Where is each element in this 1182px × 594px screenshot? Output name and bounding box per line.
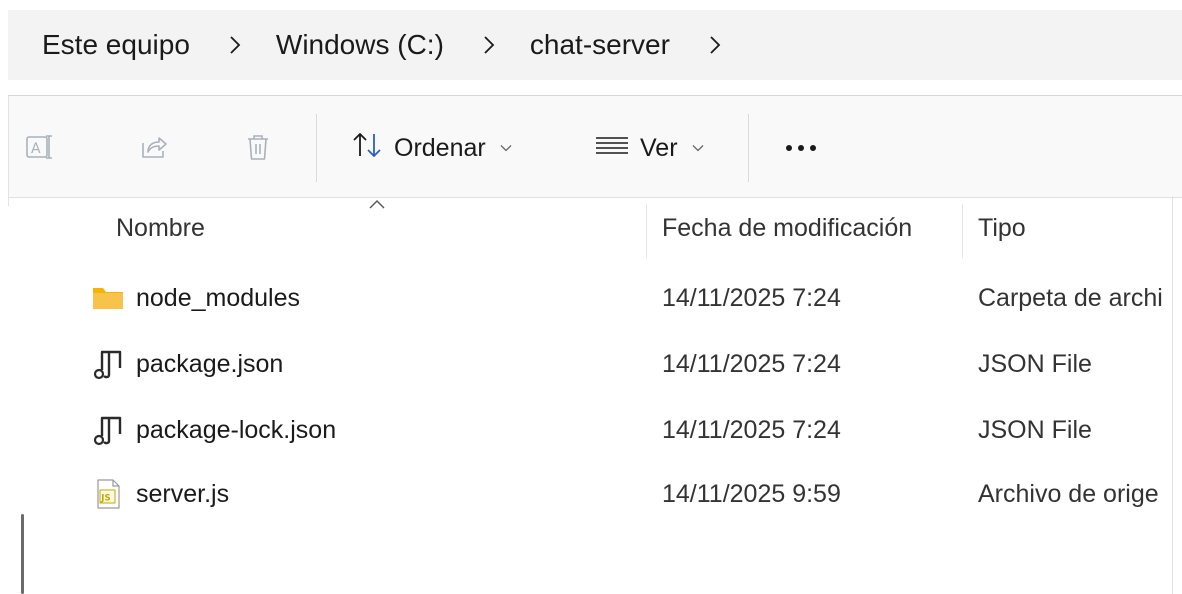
- node-file-icon: [92, 414, 124, 446]
- view-list-icon: [594, 130, 630, 167]
- file-date: 14/11/2025 7:24: [662, 349, 841, 378]
- column-header-type[interactable]: Tipo: [978, 198, 1026, 258]
- sort-ascending-icon: [369, 200, 385, 209]
- chevron-down-icon: [500, 144, 512, 152]
- column-divider[interactable]: [646, 204, 647, 258]
- toolbar-separator: [316, 114, 317, 182]
- file-type: Archivo de orige: [978, 479, 1159, 508]
- file-list: Nombre Fecha de modificación Tipo node_m…: [8, 198, 1172, 594]
- more-options-icon[interactable]: [786, 130, 816, 166]
- share-icon[interactable]: [136, 132, 172, 162]
- sort-button[interactable]: Ordenar: [350, 130, 512, 166]
- toolbar-separator: [748, 114, 749, 182]
- rename-icon[interactable]: A: [22, 132, 58, 162]
- file-type: JSON File: [978, 415, 1092, 444]
- file-date: 14/11/2025 7:24: [662, 283, 841, 312]
- view-button-label: Ver: [640, 133, 678, 162]
- svg-text:JS: JS: [100, 494, 110, 504]
- file-name: package-lock.json: [136, 415, 337, 444]
- chevron-right-icon[interactable]: [228, 34, 242, 56]
- svg-text:A: A: [31, 141, 41, 157]
- column-divider[interactable]: [962, 204, 963, 258]
- file-type: JSON File: [978, 349, 1092, 378]
- breadcrumb-item-este-equipo[interactable]: Este equipo: [42, 29, 190, 61]
- trash-icon[interactable]: [240, 132, 276, 162]
- file-row[interactable]: node_modules 14/11/2025 7:24 Carpeta de …: [8, 268, 1172, 328]
- file-date: 14/11/2025 7:24: [662, 415, 841, 444]
- window-edge: [8, 96, 9, 206]
- file-name: node_modules: [136, 283, 301, 312]
- js-file-icon: JS: [92, 478, 124, 510]
- file-row[interactable]: package.json 14/11/2025 7:24 JSON File: [8, 334, 1172, 394]
- command-bar: A Ordenar Ver: [8, 96, 1182, 198]
- view-button[interactable]: Ver: [594, 130, 704, 166]
- sort-button-label: Ordenar: [394, 133, 486, 162]
- file-date: 14/11/2025 9:59: [662, 479, 841, 508]
- breadcrumb[interactable]: Este equipo Windows (C:) chat-server: [8, 10, 1182, 80]
- vertical-scrollbar[interactable]: [21, 514, 24, 594]
- node-file-icon: [92, 348, 124, 380]
- chevron-right-icon[interactable]: [482, 34, 496, 56]
- window-edge: [1172, 196, 1173, 594]
- chevron-down-icon: [692, 144, 704, 152]
- column-header-date[interactable]: Fecha de modificación: [662, 198, 912, 258]
- file-row[interactable]: JS server.js 14/11/2025 9:59 Archivo de …: [8, 464, 1172, 524]
- file-name: package.json: [136, 349, 284, 378]
- breadcrumb-item-chat-server[interactable]: chat-server: [530, 29, 670, 61]
- breadcrumb-item-windows-c[interactable]: Windows (C:): [276, 29, 444, 61]
- column-header-name[interactable]: Nombre: [116, 198, 205, 258]
- chevron-right-icon[interactable]: [708, 34, 722, 56]
- file-type: Carpeta de archi: [978, 283, 1163, 312]
- file-name: server.js: [136, 479, 230, 508]
- folder-icon: [92, 282, 124, 314]
- file-row[interactable]: package-lock.json 14/11/2025 7:24 JSON F…: [8, 400, 1172, 460]
- sort-icon: [350, 130, 384, 167]
